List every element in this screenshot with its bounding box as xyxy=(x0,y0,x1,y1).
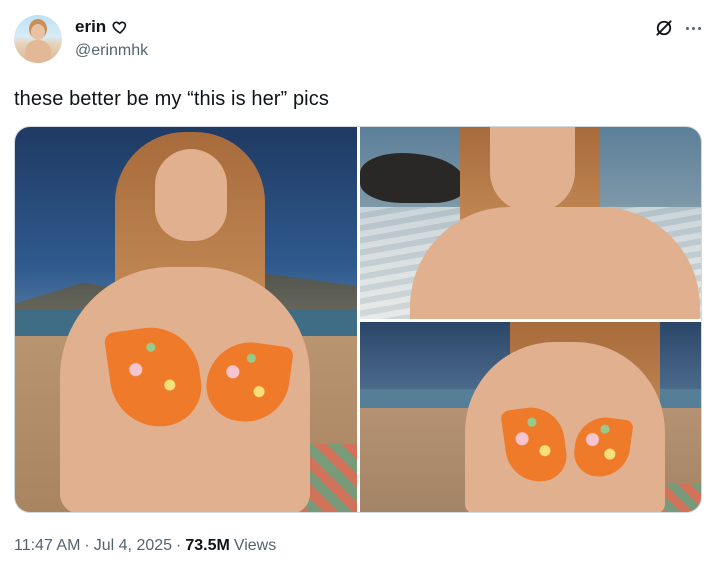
photo-chest xyxy=(410,207,700,319)
top-actions xyxy=(654,18,702,38)
tweet-meta: 11:47 AM · Jul 4, 2025 · 73.5M Views xyxy=(14,537,276,555)
meta-separator: · xyxy=(176,537,182,554)
views-label: Views xyxy=(233,537,277,554)
tweet-text: these better be my “this is her” pics xyxy=(14,88,329,110)
photo-face xyxy=(490,127,575,212)
author-handle[interactable]: @erinmhk xyxy=(75,42,148,60)
display-name[interactable]: erin xyxy=(75,17,106,37)
author-name-row: erin xyxy=(75,16,128,38)
photo-torso xyxy=(465,342,665,512)
photo-1[interactable] xyxy=(15,127,357,512)
more-icon[interactable] xyxy=(684,26,702,30)
avatar-head xyxy=(31,24,45,40)
grok-icon[interactable] xyxy=(654,18,674,38)
photo-face xyxy=(155,149,227,241)
views-count[interactable]: 73.5M xyxy=(185,537,229,555)
photo-2[interactable] xyxy=(360,127,701,319)
media-grid xyxy=(14,126,702,513)
photo-3[interactable] xyxy=(360,322,701,512)
meta-separator: · xyxy=(84,537,90,554)
avatar-body xyxy=(25,40,51,63)
avatar[interactable] xyxy=(14,15,62,63)
tweet-date[interactable]: Jul 4, 2025 xyxy=(94,537,172,555)
tweet-card: erin @erinmhk these better be my “this i… xyxy=(0,0,716,575)
tweet-time[interactable]: 11:47 AM xyxy=(14,537,80,555)
heart-outline-icon xyxy=(112,19,128,35)
